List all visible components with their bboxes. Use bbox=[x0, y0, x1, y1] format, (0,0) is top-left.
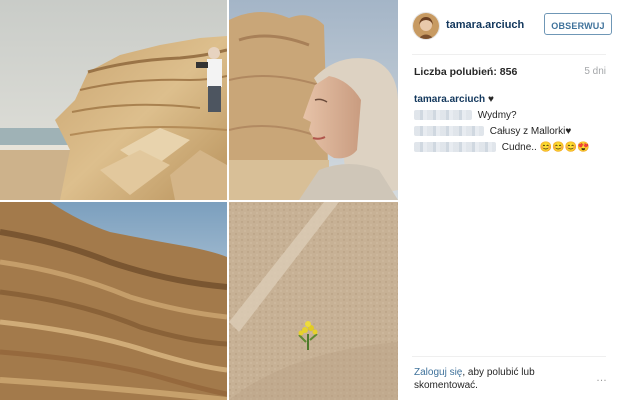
photo-tile-canyon bbox=[0, 202, 227, 400]
post-photo[interactable] bbox=[0, 0, 398, 400]
caption-text: Całusy z Mallorki♥ bbox=[489, 126, 572, 137]
login-prompt: Zaloguj się, aby polubić lub skomentować… bbox=[414, 366, 574, 392]
follow-button[interactable]: OBSERWUJ bbox=[544, 13, 612, 35]
footer-divider bbox=[412, 356, 606, 357]
login-link[interactable]: Zaloguj się bbox=[414, 367, 462, 378]
blurred-text bbox=[414, 142, 496, 153]
caption-text: Wydmy? bbox=[477, 110, 517, 121]
likes-count[interactable]: 856 bbox=[500, 66, 518, 78]
header-divider bbox=[412, 54, 606, 55]
blurred-text bbox=[414, 110, 472, 121]
post-header: tamara.arciuch OBSERWUJ bbox=[412, 10, 612, 44]
caption-line: Wydmy? bbox=[414, 108, 608, 124]
likes-label: Liczba polubień: bbox=[414, 66, 497, 78]
username-link[interactable]: tamara.arciuch bbox=[446, 19, 524, 31]
photo-tile-sand-flower bbox=[229, 202, 398, 400]
instagram-post: tamara.arciuch OBSERWUJ Liczba polubień:… bbox=[0, 0, 620, 400]
blurred-text bbox=[414, 126, 484, 137]
caption-line: Całusy z Mallorki♥ bbox=[414, 124, 608, 140]
photo-tile-cliffs bbox=[0, 0, 227, 200]
caption-author-link[interactable]: tamara.arciuch bbox=[414, 94, 485, 105]
collage-divider-horizontal bbox=[0, 200, 398, 202]
photo-tile-portrait bbox=[229, 0, 398, 200]
post-age[interactable]: 5 dni bbox=[584, 66, 606, 77]
caption-author-line: tamara.arciuch ♥ bbox=[414, 92, 608, 108]
caption-heart: ♥ bbox=[487, 94, 494, 105]
more-options-icon[interactable]: … bbox=[596, 372, 608, 384]
caption-line: Cudne.. 😊😊😊😍 bbox=[414, 140, 608, 156]
caption-text: Cudne.. 😊😊😊😍 bbox=[501, 142, 590, 153]
likes-row: Liczba polubień: 856 5 dni bbox=[414, 66, 606, 78]
caption: tamara.arciuch ♥ Wydmy? Całusy z Mallork… bbox=[414, 92, 608, 156]
post-sidebar: tamara.arciuch OBSERWUJ Liczba polubień:… bbox=[398, 0, 620, 400]
avatar[interactable] bbox=[412, 12, 440, 40]
